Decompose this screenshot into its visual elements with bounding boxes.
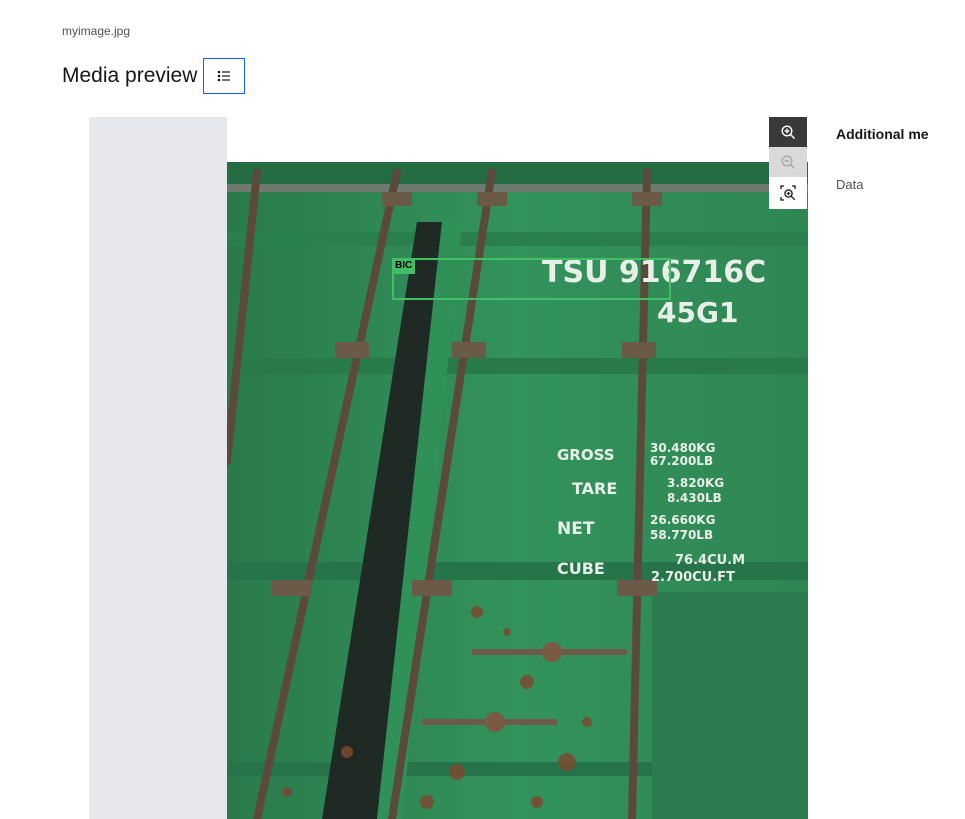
tare-kg: 3.820KG bbox=[667, 476, 724, 490]
zoom-fit-button[interactable] bbox=[769, 177, 807, 209]
media-preview-area: TSU 916716C 45G1 GROSS 30.480KG 67.200LB… bbox=[89, 117, 808, 819]
zoom-out-button[interactable] bbox=[769, 147, 807, 177]
gross-label: GROSS bbox=[557, 446, 615, 464]
bic-annotation-box[interactable]: BIC bbox=[392, 258, 671, 300]
net-kg: 26.660KG bbox=[650, 513, 715, 527]
file-name: myimage.jpg bbox=[62, 24, 131, 38]
net-label: NET bbox=[557, 519, 595, 539]
cube-ft: 2.700CU.FT bbox=[651, 570, 735, 585]
container-type-code: 45G1 bbox=[657, 296, 738, 329]
zoom-toolbar bbox=[769, 117, 807, 209]
additional-metadata-heading: Additional me bbox=[836, 126, 929, 142]
gross-kg: 30.480KG bbox=[650, 441, 715, 455]
cube-label: CUBE bbox=[557, 559, 605, 578]
tare-lb: 8.430LB bbox=[667, 491, 722, 505]
metadata-data-label: Data bbox=[836, 177, 864, 192]
zoom-in-icon bbox=[781, 125, 795, 139]
list-settings-icon bbox=[218, 70, 231, 82]
header: Media preview bbox=[62, 58, 246, 94]
zoom-in-button[interactable] bbox=[769, 117, 807, 147]
cube-m: 76.4CU.M bbox=[675, 553, 745, 568]
image-top-margin bbox=[227, 117, 808, 162]
metadata-toggle-button[interactable] bbox=[203, 58, 246, 94]
zoom-out-icon bbox=[781, 155, 795, 169]
net-lb: 58.770LB bbox=[650, 528, 713, 542]
tare-label: TARE bbox=[572, 479, 617, 498]
zoom-fit-icon bbox=[780, 185, 796, 201]
bic-annotation-label: BIC bbox=[392, 258, 416, 274]
page-title: Media preview bbox=[62, 64, 198, 87]
gross-lb: 67.200LB bbox=[650, 454, 713, 468]
